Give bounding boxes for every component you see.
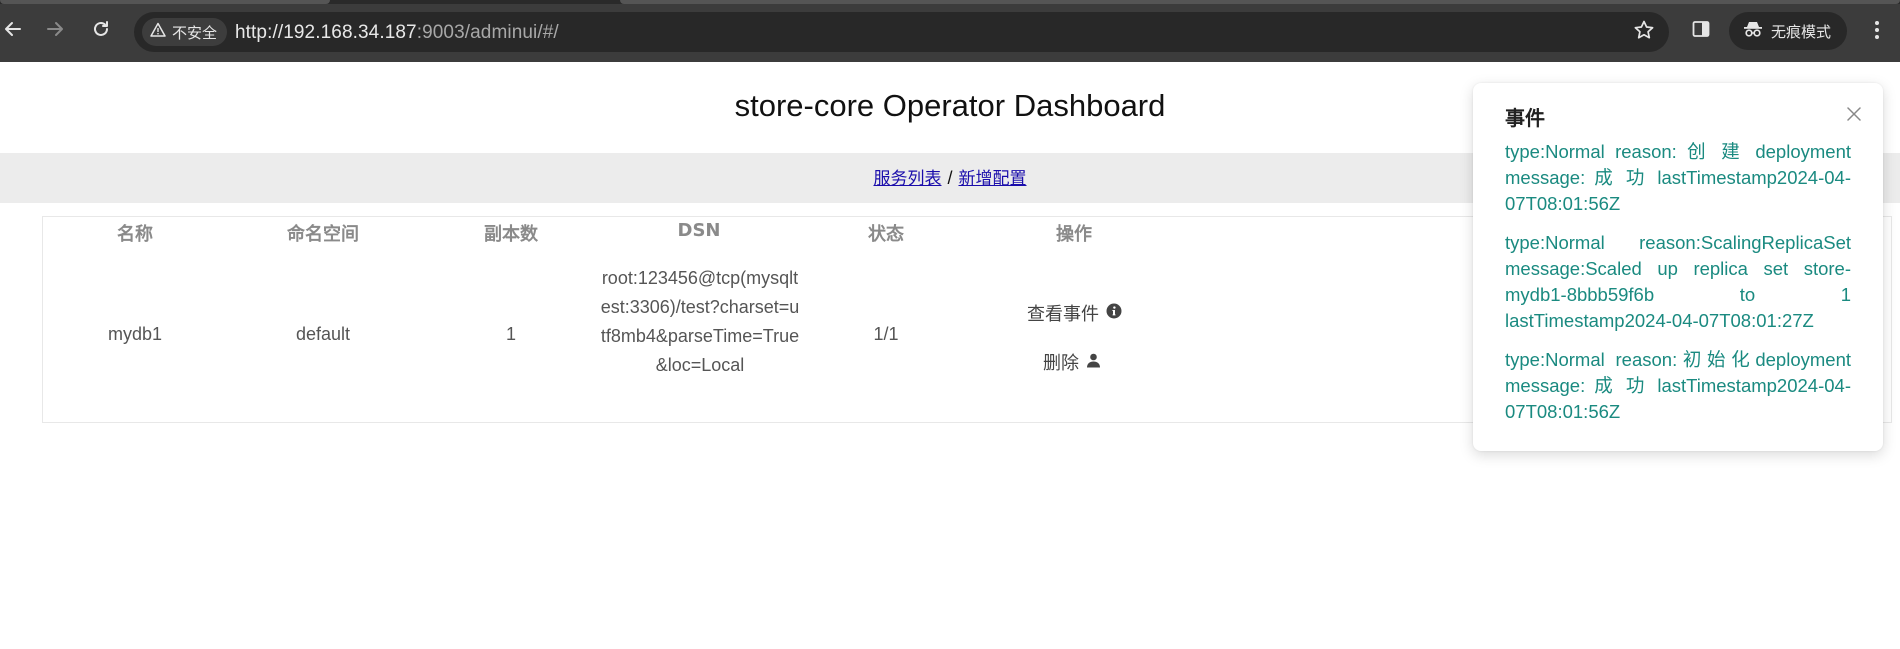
cell-namespace: default [295, 324, 351, 344]
event-item: type:Normal reason:ScalingReplicaSet mes… [1505, 232, 1851, 331]
warning-triangle-icon [150, 22, 172, 42]
incognito-indicator[interactable]: 无痕模式 [1729, 12, 1847, 50]
cell-status: 1/1 [873, 324, 899, 344]
back-button[interactable] [0, 14, 30, 48]
security-label: 不安全 [172, 23, 218, 42]
events-notification: 事件 type:Normal reason: 创 建 deployment me… [1473, 83, 1883, 451]
url-host: http://192.168.34.187 [235, 22, 417, 43]
close-button[interactable] [1843, 105, 1865, 127]
view-events-label: 查看事件 [1027, 304, 1099, 325]
cell-replicas: 1 [505, 324, 516, 344]
bookmark-button[interactable] [1631, 19, 1657, 45]
column-header-actions: 操作 [1056, 224, 1092, 245]
delete-label: 删除 [1043, 353, 1079, 374]
close-icon [1847, 106, 1861, 126]
event-item: type:Normal reason: 创 建 deployment messa… [1505, 141, 1851, 214]
browser-tab[interactable] [620, 0, 1900, 4]
cell-dsn: root:123456@tcp(mysqltest:3306)/test?cha… [600, 268, 800, 375]
nav-separator: / [947, 168, 953, 188]
browser-toolbar: 不安全 http://192.168.34.187:9003/adminui/#… [0, 0, 1900, 62]
column-header-replicas: 副本数 [484, 224, 538, 245]
column-header-name: 名称 [117, 224, 153, 245]
view-events-button[interactable]: 查看事件 [1027, 300, 1122, 326]
incognito-label: 无痕模式 [1771, 22, 1832, 41]
column-header-status: 状态 [868, 224, 904, 245]
kebab-menu-icon [1874, 20, 1880, 45]
column-header-dsn: DSN [677, 220, 721, 241]
cell-name: mydb1 [107, 324, 163, 344]
event-item: type:Normal reason:初始化deployment message… [1505, 349, 1851, 422]
add-config-link[interactable]: 新增配置 [959, 169, 1027, 189]
reload-button[interactable] [84, 14, 118, 48]
forward-button[interactable] [38, 14, 72, 48]
url-path: :9003/adminui/#/ [416, 22, 559, 43]
side-panel-icon [1691, 19, 1711, 44]
browser-tab[interactable] [0, 0, 330, 4]
url-text[interactable]: http://192.168.34.187:9003/adminui/#/ [235, 22, 559, 44]
incognito-icon [1743, 20, 1771, 42]
arrow-left-icon [3, 19, 23, 44]
star-icon [1633, 19, 1655, 46]
side-panel-button[interactable] [1688, 18, 1714, 44]
address-bar[interactable]: 不安全 http://192.168.34.187:9003/adminui/#… [134, 12, 1669, 52]
browser-menu-button[interactable] [1864, 18, 1890, 46]
reload-icon [91, 19, 111, 44]
column-header-namespace: 命名空间 [287, 224, 359, 245]
site-security-chip[interactable]: 不安全 [142, 18, 228, 46]
notification-title: 事件 [1505, 106, 1545, 130]
delete-button[interactable]: 删除 [1043, 349, 1101, 375]
service-list-link[interactable]: 服务列表 [873, 169, 941, 189]
user-icon [1079, 352, 1101, 373]
arrow-right-icon [45, 19, 65, 44]
info-circle-icon [1099, 303, 1122, 324]
